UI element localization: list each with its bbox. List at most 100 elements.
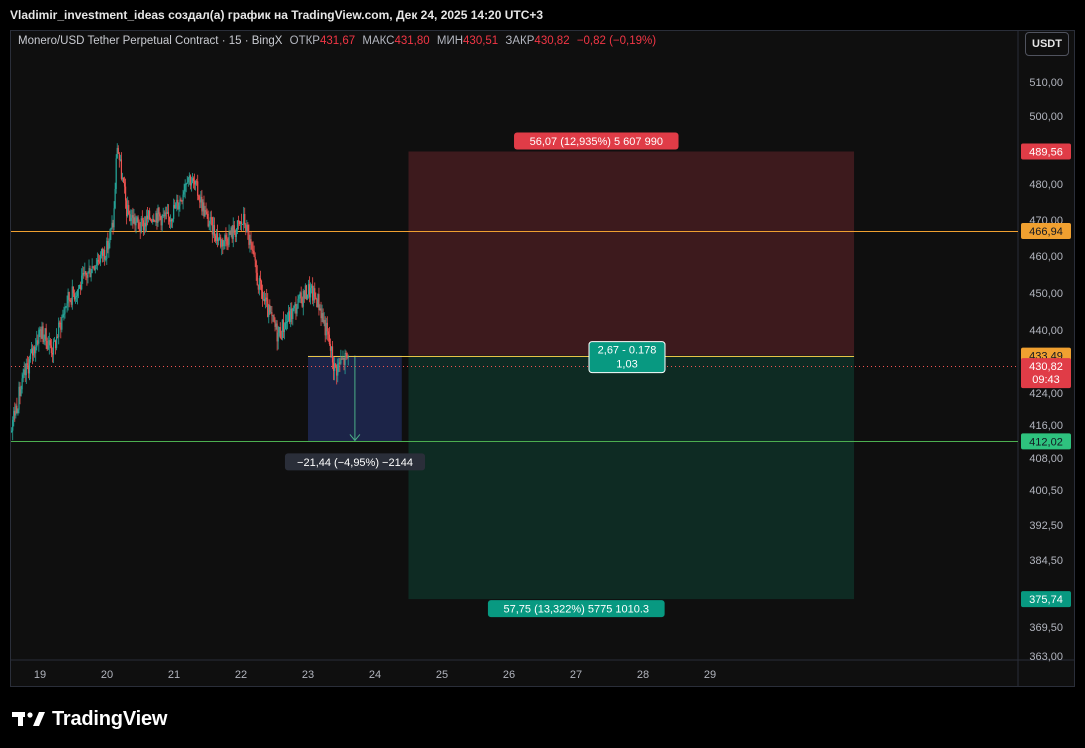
candle-body (130, 217, 132, 222)
candle-body (195, 181, 197, 185)
candle-body (219, 237, 221, 239)
candle-body (318, 294, 320, 311)
candle-body (304, 285, 306, 299)
candle-body (257, 285, 259, 290)
candle-body (120, 159, 123, 179)
candle-body (157, 207, 159, 223)
candle-body (326, 322, 328, 332)
candle-body (19, 386, 21, 396)
candle-body (1, 443, 2, 444)
candle-body (206, 211, 208, 214)
candle-body (156, 213, 158, 223)
candle-body (296, 308, 298, 314)
stop-loss-zone (408, 151, 855, 356)
footer-logo[interactable]: TradingView (12, 706, 167, 732)
candle-body (168, 216, 171, 222)
level-green-badge-text: 412,02 (1029, 436, 1063, 448)
candle-body (268, 305, 270, 317)
candle-body (199, 199, 201, 203)
candle-body (47, 345, 49, 350)
low-value: 430,51 (463, 35, 499, 47)
candle-body (246, 224, 248, 232)
candle-body (12, 419, 14, 431)
candle-body (118, 153, 120, 160)
candle-body (173, 205, 175, 219)
candle-body (307, 284, 310, 295)
candle-body (155, 213, 157, 222)
candle-body (124, 186, 127, 201)
candle-body (191, 178, 194, 183)
candle-body (337, 363, 339, 376)
candle-body (52, 341, 55, 355)
candle-body (92, 266, 94, 268)
candle-body (29, 353, 32, 360)
candle-body (179, 199, 181, 206)
candle-body (5, 429, 6, 450)
candle-body (243, 214, 245, 224)
candle-body (254, 256, 256, 261)
candle-body (338, 362, 340, 364)
candle-body (159, 214, 161, 217)
candle-body (113, 208, 115, 228)
candle-body (129, 214, 131, 222)
candle-body (166, 212, 168, 214)
candle-body (79, 284, 81, 289)
candle-body (244, 214, 246, 225)
candle-body (99, 254, 102, 263)
candle-body (289, 311, 291, 322)
candle-body (88, 268, 90, 272)
candle-body (234, 233, 236, 237)
tradingview-logo-icon (12, 712, 45, 726)
candle-body (205, 210, 207, 212)
candle-body (22, 374, 24, 379)
candle-body (233, 225, 235, 234)
candle-body (64, 307, 66, 314)
take-profit-zone (408, 355, 855, 600)
y-tick-500,00: 500,00 (1029, 111, 1063, 123)
candle-body (213, 225, 216, 236)
candle-body (56, 336, 58, 349)
candle-body (324, 319, 326, 336)
candle-body (137, 217, 139, 223)
candle-body (71, 286, 73, 305)
ratio-label-line1: 2,67 - 0.178 (598, 345, 657, 357)
x-tick-22: 22 (235, 669, 247, 681)
stop-price-badge-text: 489,56 (1029, 146, 1063, 158)
candle-body (323, 319, 325, 323)
candle-body (185, 183, 187, 185)
candle-body (315, 296, 317, 300)
candle-body (255, 260, 257, 273)
candle-body (203, 202, 205, 217)
candle-body (68, 292, 70, 300)
currency-button[interactable]: USDT (1025, 32, 1069, 56)
candle-body (35, 347, 37, 354)
candle-body (93, 267, 95, 271)
candle-body (139, 229, 141, 232)
candle-body (228, 231, 230, 245)
candle-body (334, 363, 336, 372)
candle-body (305, 285, 307, 299)
candle-body (136, 217, 138, 222)
candle-body (184, 184, 186, 192)
level-orange-badge-text: 466,94 (1029, 226, 1063, 238)
candle-body (8, 440, 9, 443)
candle-body (177, 199, 179, 210)
candle-body (119, 159, 121, 161)
candle-body (164, 212, 166, 217)
candle-body (163, 214, 165, 217)
candle-body (0, 424, 1, 443)
candle-body (189, 175, 191, 186)
candle-body (190, 182, 193, 186)
candle-body (85, 271, 87, 275)
candle-body (236, 220, 239, 230)
y-tick-384,50: 384,50 (1029, 555, 1063, 567)
candle-body (39, 329, 41, 331)
chart-svg[interactable]: 363,00369,50376,50384,50392,50400,50408,… (0, 0, 1085, 748)
candle-body (308, 284, 311, 298)
candle-body (50, 345, 52, 353)
candle-body (272, 315, 274, 317)
candle-body (40, 329, 42, 339)
candle-body (175, 203, 177, 209)
candle-body (9, 432, 10, 440)
candle-body (247, 224, 249, 232)
